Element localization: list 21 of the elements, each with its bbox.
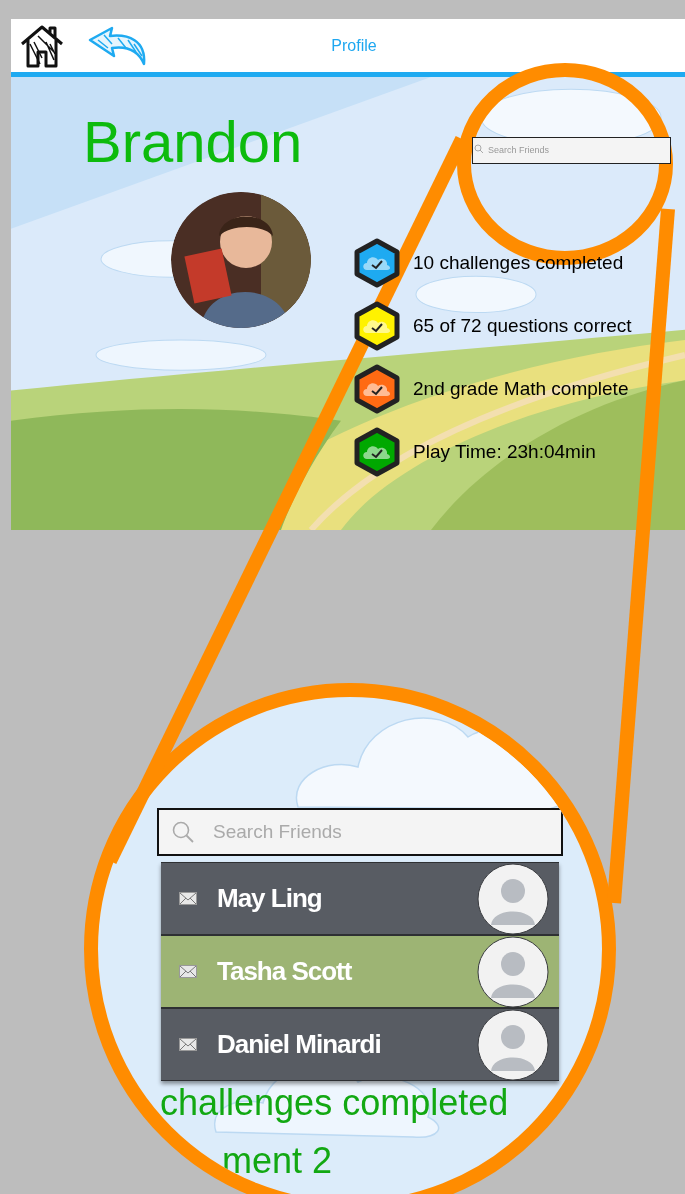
search-icon: [474, 144, 484, 154]
search-field[interactable]: Search Friends: [472, 136, 671, 164]
friend-item[interactable]: Daniel Minardi: [161, 1008, 559, 1081]
page-title: Profile: [330, 35, 378, 56]
mail-icon: [179, 965, 197, 978]
avatar-icon: [477, 863, 549, 935]
search-icon: [171, 820, 195, 844]
friend-item[interactable]: May Ling: [161, 862, 559, 935]
background-text: ment 2: [222, 1143, 333, 1179]
stat-text: 2nd grade Math complete: [413, 376, 629, 401]
home-icon[interactable]: [20, 23, 64, 68]
stat-text: Play Time: 23h:04min: [413, 439, 596, 464]
mail-icon: [179, 1038, 197, 1051]
background-text: challenges completed: [160, 1085, 509, 1121]
back-arrow-icon[interactable]: [88, 25, 148, 66]
profile-name: Brandon: [83, 113, 304, 171]
mail-icon: [179, 892, 197, 905]
avatar-icon: [477, 1009, 549, 1081]
avatar-icon: [477, 936, 549, 1008]
stat-text: 65 of 72 questions correct: [413, 313, 632, 338]
search-field[interactable]: Search Friends: [157, 808, 563, 856]
